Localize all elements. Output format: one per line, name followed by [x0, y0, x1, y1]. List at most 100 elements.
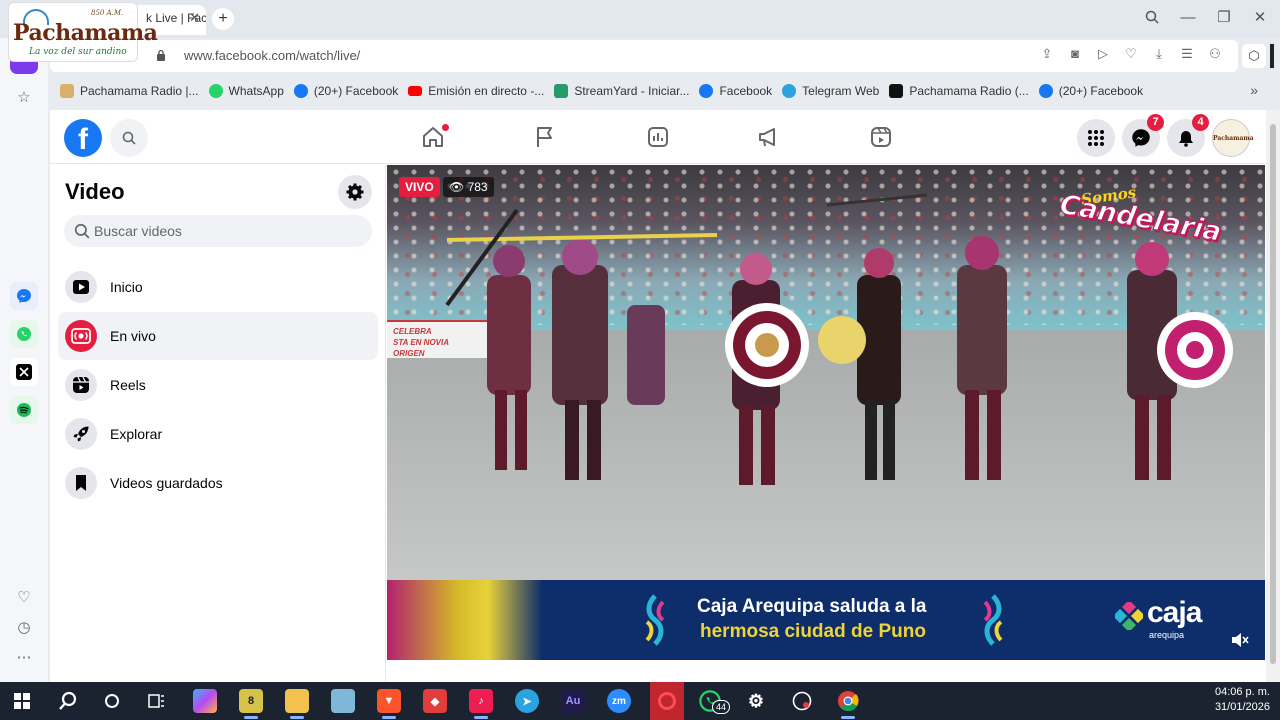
decoration-right-icon — [983, 594, 1003, 646]
tab-close-icon[interactable]: ✕ — [189, 10, 200, 26]
bookmark-facebook-20[interactable]: (20+) Facebook — [293, 84, 398, 98]
brave-icon[interactable]: ▼ — [377, 689, 401, 713]
telegram-icon — [782, 84, 797, 98]
sidebar-item-videos-guardados[interactable]: Videos guardados — [58, 459, 378, 507]
history-clock-icon[interactable]: ◷ — [14, 618, 34, 638]
url-text[interactable]: www.facebook.com/watch/live/ — [184, 48, 360, 63]
gear-icon — [346, 183, 364, 201]
more-icon[interactable]: ⋯ — [14, 648, 34, 668]
opera-icon[interactable] — [650, 682, 684, 720]
video-search-box[interactable] — [64, 215, 372, 247]
facebook-logo-icon[interactable]: f — [64, 119, 102, 157]
copilot-icon[interactable] — [193, 689, 217, 713]
heart-icon[interactable]: ♡ — [1124, 47, 1138, 61]
spotify-icon[interactable] — [10, 396, 38, 424]
bookmark-pachamama-radio[interactable]: Pachamama Radio |... — [60, 84, 199, 98]
ad-brand-sub: arequipa — [1149, 630, 1185, 640]
decoration-left-icon — [645, 594, 665, 646]
cortana-icon[interactable] — [100, 689, 124, 713]
video-settings-button[interactable] — [338, 175, 372, 209]
search-tabs-icon[interactable] — [1144, 6, 1160, 28]
bookmark-streamyard[interactable]: StreamYard - Iniciar... — [554, 84, 689, 98]
search-videos-input[interactable] — [94, 215, 364, 247]
system-clock[interactable]: 04:06 p. m. 31/01/2026 — [1215, 685, 1270, 715]
address-bar[interactable]: www.facebook.com/watch/live/ ⇪ ◙ ▷ ♡ ⤓ ☰… — [50, 40, 1238, 72]
anydesk-icon[interactable]: ◆ — [423, 689, 447, 713]
sidebar-toggle[interactable] — [1270, 44, 1274, 68]
new-tab-button[interactable]: + — [212, 8, 234, 30]
caja-arequipa-logo: caja arequipa — [1115, 596, 1225, 646]
reels-nav-icon[interactable] — [868, 124, 894, 150]
sidebar-item-label: En vivo — [110, 328, 156, 344]
x-icon[interactable] — [10, 358, 38, 386]
sidebar-item-inicio[interactable]: Inicio — [58, 263, 378, 311]
star-icon[interactable]: ☆ — [14, 88, 34, 108]
whatsapp-icon[interactable] — [10, 320, 38, 348]
page-scrollbar[interactable] — [1266, 110, 1280, 682]
share-icon[interactable]: ⇪ — [1040, 47, 1054, 61]
mute-icon[interactable] — [1229, 630, 1249, 650]
heart-icon[interactable]: ♡ — [14, 588, 34, 608]
viewer-count: 👁 783 — [443, 177, 494, 197]
active-indicator — [290, 716, 304, 719]
video-sidebar: Video Inicio En vivo Reels — [50, 165, 386, 682]
lock-icon[interactable] — [156, 49, 166, 61]
sidebar-item-label: Reels — [110, 377, 146, 393]
bookmark-facebook[interactable]: Facebook — [699, 84, 772, 98]
menu-grid-button[interactable] — [1077, 119, 1115, 157]
viewer-count-value: 783 — [467, 180, 488, 194]
settings-gear-icon[interactable]: ⚙ — [744, 689, 768, 713]
youtube-icon — [408, 86, 423, 96]
obs-icon[interactable] — [790, 689, 814, 713]
audio-app-icon[interactable]: 8 — [239, 689, 263, 713]
insights-icon[interactable] — [645, 124, 671, 150]
tiktok-icon — [889, 84, 904, 98]
chrome-icon[interactable] — [836, 689, 860, 713]
facebook-page: f 7 4 Pachamama Video Buscar videos Inic… — [50, 110, 1266, 682]
browser-side-rail: ☆ ♡ ◷ ⋯ — [0, 38, 48, 682]
bookmark-pachamama-tiktok[interactable]: Pachamama Radio (... — [889, 84, 1029, 98]
file-explorer-icon[interactable] — [285, 689, 309, 713]
minimize-icon[interactable]: — — [1180, 6, 1196, 28]
sponsor-banner: Caja Arequipa saluda a la hermosa ciudad… — [387, 580, 1265, 660]
audition-icon[interactable]: Au — [561, 689, 585, 713]
telegram-icon[interactable]: ➤ — [515, 689, 539, 713]
messenger-icon[interactable] — [10, 282, 38, 310]
facebook-icon — [293, 84, 308, 98]
avatar[interactable]: Pachamama — [1212, 119, 1254, 157]
bookmark-whatsapp[interactable]: WhatsApp — [208, 84, 284, 98]
extensions-icon[interactable]: ⬡ — [1242, 44, 1266, 68]
streamyard-icon — [554, 84, 569, 98]
live-video-player[interactable]: CELEBRA STA EN NOVIA ORIGEN VIVO 👁 783 S… — [387, 165, 1265, 660]
profile-icon[interactable]: ⚇ — [1208, 47, 1222, 61]
notepad-icon[interactable] — [331, 689, 355, 713]
bookmark-facebook-20-b[interactable]: (20+) Facebook — [1038, 84, 1143, 98]
menu-icon[interactable]: ☰ — [1180, 47, 1194, 61]
facebook-search-button[interactable] — [110, 119, 148, 157]
pages-flag-icon[interactable] — [532, 124, 558, 150]
close-window-icon[interactable]: ✕ — [1252, 6, 1268, 28]
taskbar-search-icon[interactable] — [56, 689, 80, 713]
megaphone-icon[interactable] — [756, 124, 782, 150]
download-icon[interactable]: ⤓ — [1152, 47, 1166, 61]
messenger-icon — [1132, 129, 1150, 147]
send-icon[interactable]: ▷ — [1096, 47, 1110, 61]
sidebar-item-reels[interactable]: Reels — [58, 361, 378, 409]
clock-date: 31/01/2026 — [1214, 701, 1270, 713]
sidebar-item-en-vivo[interactable]: En vivo — [58, 312, 378, 360]
tiktok-icon[interactable]: ♪ — [469, 689, 493, 713]
chevron-right-icon[interactable]: » — [1250, 82, 1258, 98]
notifications-badge: 4 — [1192, 114, 1209, 131]
live-icon — [65, 320, 97, 352]
windows-start-icon[interactable] — [10, 689, 34, 713]
sidebar-item-explorar[interactable]: Explorar — [58, 410, 378, 458]
bookmark-youtube[interactable]: Emisión en directo -... — [408, 84, 544, 98]
zoom-icon[interactable]: zm — [607, 689, 631, 713]
task-view-icon[interactable] — [145, 689, 169, 713]
scrollbar-thumb[interactable] — [1270, 124, 1276, 664]
bookmark-telegram[interactable]: Telegram Web — [782, 84, 879, 98]
sidebar-item-label: Inicio — [110, 279, 143, 295]
camera-icon[interactable]: ◙ — [1068, 47, 1082, 61]
play-icon — [65, 271, 97, 303]
restore-icon[interactable]: ❐ — [1216, 6, 1232, 28]
